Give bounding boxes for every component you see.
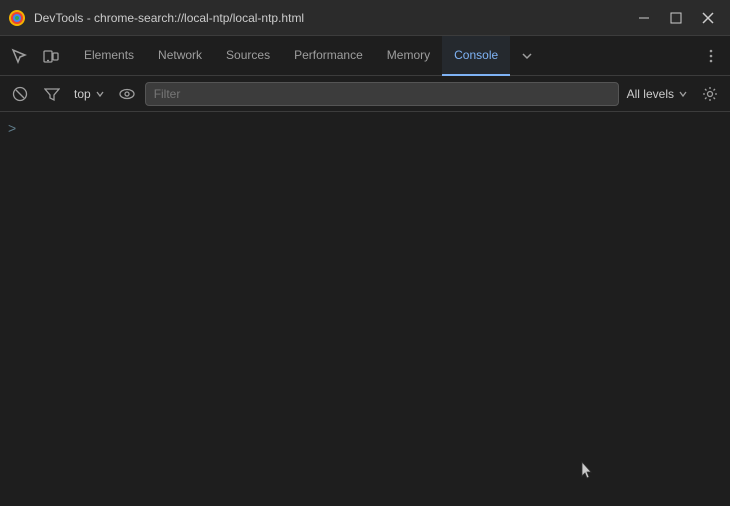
filter-button[interactable] bbox=[38, 80, 66, 108]
tab-bar: Elements Network Sources Performance Mem… bbox=[0, 36, 730, 76]
device-toolbar-button[interactable] bbox=[36, 41, 66, 71]
tab-network[interactable]: Network bbox=[146, 36, 214, 76]
tab-performance[interactable]: Performance bbox=[282, 36, 375, 76]
more-tabs-button[interactable] bbox=[512, 41, 542, 71]
prompt-chevron-icon: > bbox=[8, 120, 16, 136]
log-level-selector[interactable]: All levels bbox=[623, 85, 692, 103]
devtools-icon bbox=[8, 9, 26, 27]
tab-icon-group bbox=[4, 41, 66, 71]
window-title: DevTools - chrome-search://local-ntp/loc… bbox=[34, 11, 630, 25]
clear-console-button[interactable] bbox=[6, 80, 34, 108]
mouse-cursor bbox=[580, 460, 592, 478]
context-chevron-icon bbox=[95, 89, 105, 99]
more-options-button[interactable] bbox=[696, 41, 726, 71]
log-level-chevron-icon bbox=[678, 89, 688, 99]
console-area[interactable]: > bbox=[0, 112, 730, 506]
title-bar: DevTools - chrome-search://local-ntp/loc… bbox=[0, 0, 730, 36]
maximize-button[interactable] bbox=[662, 4, 690, 32]
minimize-button[interactable] bbox=[630, 4, 658, 32]
context-selector[interactable]: top bbox=[70, 85, 109, 103]
tab-sources[interactable]: Sources bbox=[214, 36, 282, 76]
eye-button[interactable] bbox=[113, 80, 141, 108]
settings-button[interactable] bbox=[696, 80, 724, 108]
filter-input[interactable] bbox=[145, 82, 619, 106]
close-button[interactable] bbox=[694, 4, 722, 32]
inspect-element-button[interactable] bbox=[4, 41, 34, 71]
tab-elements[interactable]: Elements bbox=[72, 36, 146, 76]
window-controls bbox=[630, 4, 722, 32]
console-toolbar: top All levels bbox=[0, 76, 730, 112]
tab-memory[interactable]: Memory bbox=[375, 36, 442, 76]
console-prompt: > bbox=[0, 112, 730, 144]
tab-console[interactable]: Console bbox=[442, 36, 510, 76]
